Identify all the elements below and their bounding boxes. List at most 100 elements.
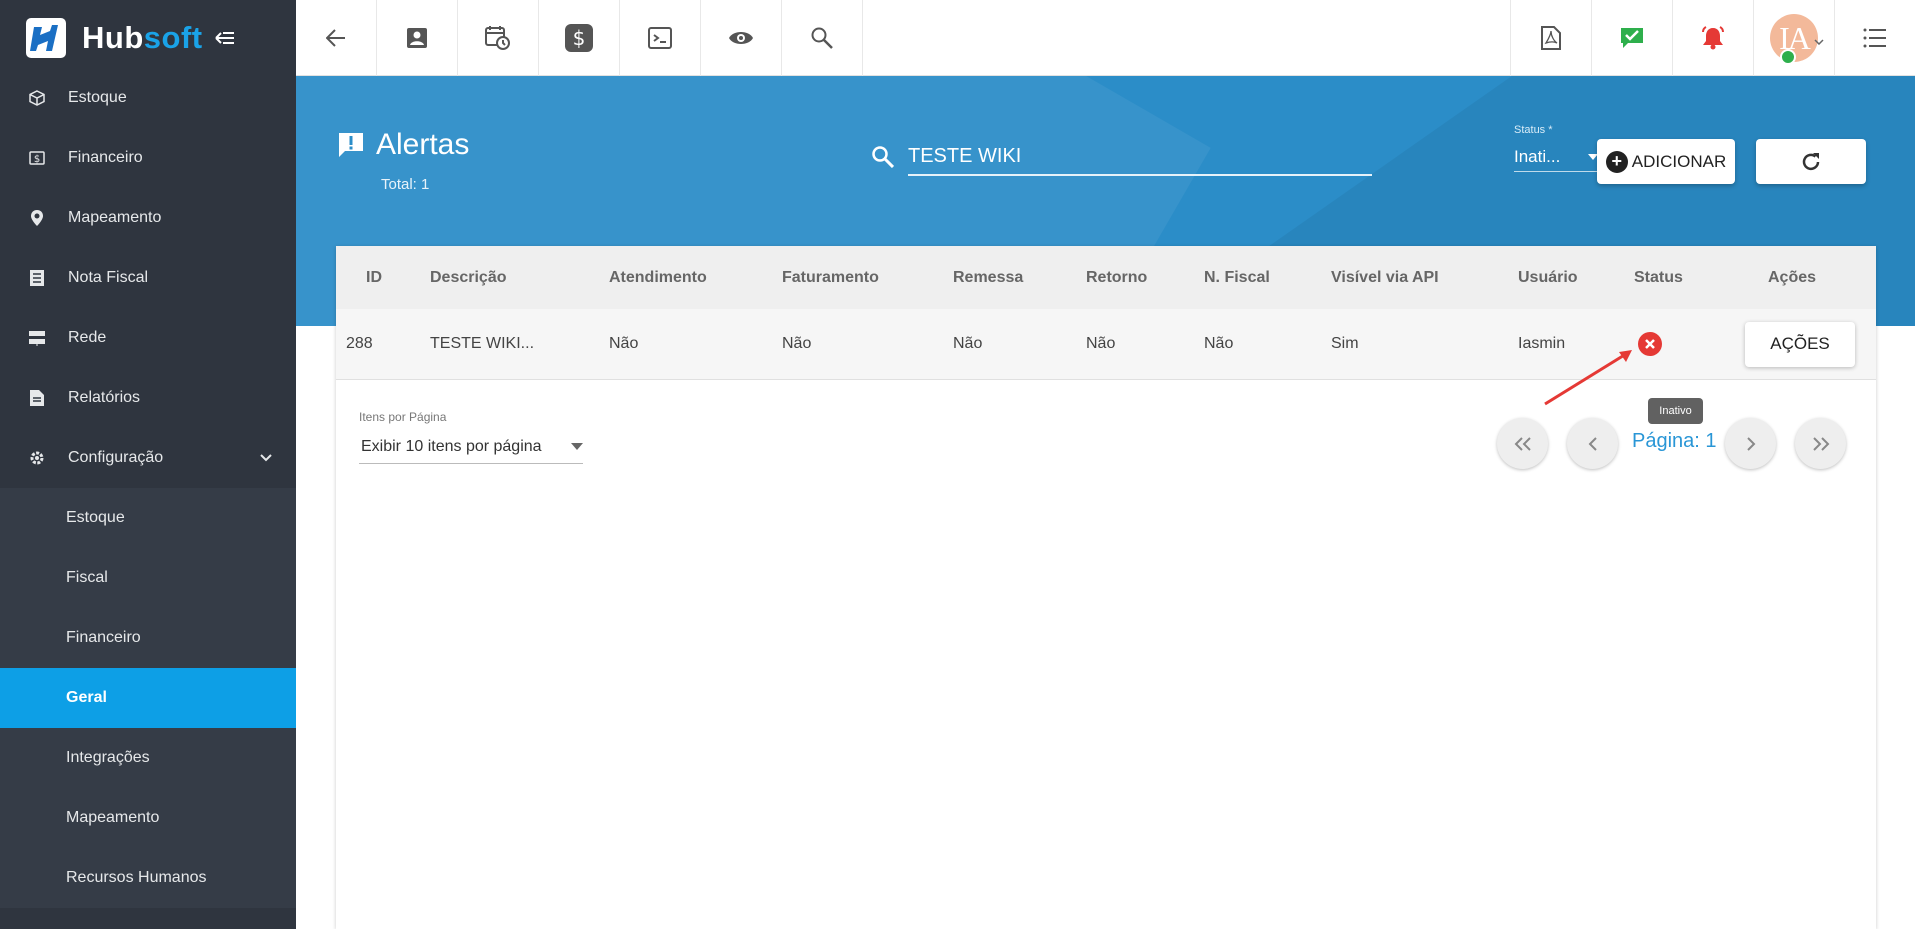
next-page-button[interactable]	[1725, 418, 1776, 469]
list-menu-button[interactable]	[1834, 0, 1915, 76]
page-indicator: Página: 1	[1632, 430, 1717, 452]
submenu-item-label: Fiscal	[66, 569, 108, 586]
terminal-button[interactable]	[620, 0, 701, 76]
svg-text:$: $	[34, 154, 40, 165]
schedule-button[interactable]	[458, 0, 539, 76]
col-descricao[interactable]: Descrição	[430, 246, 507, 309]
submenu-item-integracoes[interactable]: Integrações	[0, 728, 296, 788]
checked-message-icon	[1621, 28, 1643, 48]
sidebar-item-mapeamento[interactable]: Mapeamento	[0, 188, 296, 248]
col-visivel-api[interactable]: Visível via API	[1331, 246, 1439, 309]
submenu-item-estoque[interactable]: Estoque	[0, 488, 296, 548]
sidebar-item-relatorios[interactable]: Relatórios	[0, 368, 296, 428]
search-icon	[811, 27, 833, 49]
network-icon	[28, 329, 46, 347]
status-tooltip: Inativo	[1648, 398, 1703, 424]
add-button[interactable]: + ADICIONAR	[1597, 139, 1735, 184]
cell-atendimento: Não	[609, 335, 639, 352]
submenu-item-fiscal[interactable]: Fiscal	[0, 548, 296, 608]
status-select-label: Status *	[1514, 124, 1553, 136]
page-title: Alertas	[376, 128, 470, 161]
sidebar-item-financeiro[interactable]: $ Financeiro	[0, 128, 296, 188]
actions-button[interactable]: AÇÕES	[1745, 321, 1855, 367]
search-icon	[872, 146, 894, 168]
box-icon	[28, 89, 46, 107]
sidebar-menu: Estoque $ Financeiro Mapeamento Nota Fis…	[0, 68, 296, 908]
table-header: ID Descrição Atendimento Faturamento Rem…	[336, 246, 1876, 309]
cell-id: 288	[346, 335, 373, 352]
toolbar-right: IA	[1510, 0, 1915, 76]
hubsoft-logo-icon	[26, 18, 66, 58]
gear-icon	[28, 449, 46, 467]
submenu-item-recursos-humanos[interactable]: Recursos Humanos	[0, 848, 296, 908]
alarm-bell-icon	[1702, 26, 1724, 50]
submenu-item-financeiro[interactable]: Financeiro	[0, 608, 296, 668]
sidebar-item-label: Financeiro	[68, 149, 143, 166]
col-faturamento[interactable]: Faturamento	[782, 246, 879, 309]
page-title-wrap: Alertas	[338, 128, 469, 162]
sidebar-item-label: Mapeamento	[68, 209, 162, 226]
submenu-item-label: Mapeamento	[66, 809, 160, 826]
table-row[interactable]: 288 TESTE WIKI... Não Não Não Não Não Si…	[336, 309, 1876, 380]
submenu-item-label: Geral	[66, 689, 107, 706]
sidebar-item-estoque[interactable]: Estoque	[0, 68, 296, 128]
cell-visivel-api: Sim	[1331, 335, 1359, 352]
online-status-icon	[1780, 49, 1796, 65]
status-select[interactable]: Status * Inati...	[1514, 124, 1598, 172]
col-nfiscal[interactable]: N. Fiscal	[1204, 246, 1270, 309]
col-id[interactable]: ID	[366, 246, 382, 309]
col-retorno[interactable]: Retorno	[1086, 246, 1147, 309]
submenu-item-mapeamento[interactable]: Mapeamento	[0, 788, 296, 848]
chevron-left-icon	[1588, 436, 1597, 451]
submenu-item-label: Recursos Humanos	[66, 869, 207, 886]
alarms-button[interactable]	[1672, 0, 1753, 76]
submenu-item-geral[interactable]: Geral	[0, 668, 296, 728]
sidebar-item-label: Nota Fiscal	[68, 269, 149, 286]
tasks-button[interactable]	[1591, 0, 1672, 76]
pdf-button[interactable]	[1510, 0, 1591, 76]
sidebar-item-rede[interactable]: Rede	[0, 308, 296, 368]
cell-acoes: AÇÕES	[1745, 309, 1855, 379]
dollar-icon: $	[565, 24, 593, 52]
last-page-button[interactable]	[1795, 418, 1846, 469]
col-usuario[interactable]: Usuário	[1518, 246, 1578, 309]
finance-button[interactable]: $	[539, 0, 620, 76]
chevron-right-icon	[1746, 436, 1755, 451]
sidebar-item-configuracao[interactable]: Configuração	[0, 428, 296, 488]
inactive-status-icon[interactable]	[1638, 332, 1662, 356]
cell-retorno: Não	[1086, 335, 1116, 352]
col-atendimento[interactable]: Atendimento	[609, 246, 707, 309]
prev-page-button[interactable]	[1567, 418, 1618, 469]
search-button[interactable]	[782, 0, 863, 76]
alerts-table-card: ID Descrição Atendimento Faturamento Rem…	[336, 246, 1876, 929]
contacts-button[interactable]	[377, 0, 458, 76]
contact-card-icon	[407, 28, 427, 48]
user-menu[interactable]: IA	[1753, 0, 1834, 76]
list-icon	[1863, 28, 1886, 48]
col-remessa[interactable]: Remessa	[953, 246, 1023, 309]
view-button[interactable]	[701, 0, 782, 76]
pdf-icon	[1541, 26, 1561, 50]
per-page-label: Itens por Página	[359, 410, 447, 424]
refresh-button[interactable]	[1756, 139, 1866, 184]
plus-circle-icon: +	[1605, 150, 1628, 173]
refresh-icon	[1802, 152, 1820, 170]
collapse-menu-icon[interactable]	[214, 31, 235, 45]
map-pin-icon	[28, 209, 46, 227]
per-page-select[interactable]: Exibir 10 itens por página	[359, 430, 583, 464]
first-page-button[interactable]	[1497, 418, 1548, 469]
money-icon: $	[28, 149, 46, 167]
submenu-item-label: Integrações	[66, 749, 150, 766]
cell-status	[1638, 309, 1662, 379]
add-button-label: ADICIONAR	[1631, 151, 1727, 171]
alert-message-icon	[339, 133, 363, 157]
col-status[interactable]: Status	[1634, 246, 1683, 309]
back-button[interactable]	[296, 0, 377, 76]
cell-remessa: Não	[953, 335, 983, 352]
annotation-arrow	[1544, 350, 1632, 406]
brand-name: Hubsoft	[82, 20, 203, 56]
cell-faturamento: Não	[782, 335, 812, 352]
caret-down-icon	[571, 443, 583, 450]
sidebar-item-nota-fiscal[interactable]: Nota Fiscal	[0, 248, 296, 308]
search-input[interactable]	[908, 138, 1372, 176]
